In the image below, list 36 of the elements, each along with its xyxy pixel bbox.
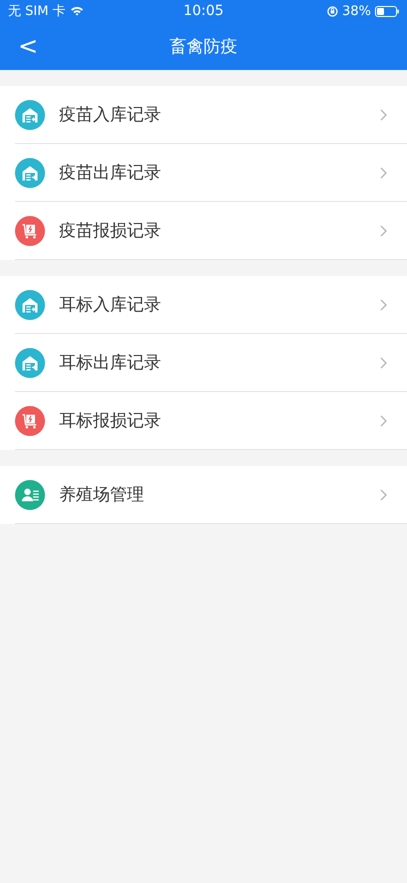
cart-icon: [15, 216, 45, 246]
warehouse-icon: [15, 348, 45, 378]
menu-item[interactable]: 疫苗入库记录: [15, 86, 407, 144]
chevron-icon: [380, 224, 387, 236]
clock-time: 10:05: [183, 3, 224, 19]
page-title: 畜禽防疫: [170, 36, 238, 58]
menu-item[interactable]: 养殖场管理: [15, 466, 407, 524]
chevron-icon: [380, 356, 387, 368]
warehouse-icon: [15, 158, 45, 188]
wifi-icon: [70, 6, 84, 16]
menu-label: 疫苗报损记录: [59, 220, 162, 242]
chevron-icon: [380, 108, 387, 120]
person-card-icon: [15, 480, 45, 510]
menu-label: 耳标报损记录: [59, 410, 162, 432]
chevron-icon: [380, 298, 387, 310]
menu-label: 耳标出库记录: [59, 352, 162, 374]
battery-icon: [375, 6, 399, 16]
chevron-icon: [380, 488, 387, 500]
menu-label: 疫苗出库记录: [59, 162, 162, 184]
carrier-label: 无 SIM 卡: [8, 3, 66, 20]
warehouse-icon: [15, 100, 45, 130]
menu-item[interactable]: 耳标入库记录: [15, 276, 407, 334]
menu-label: 耳标入库记录: [59, 294, 162, 316]
menu-item[interactable]: 疫苗出库记录: [15, 144, 407, 202]
rotation-lock-icon: [327, 6, 338, 16]
menu-item[interactable]: 耳标报损记录: [15, 392, 407, 450]
menu-label: 养殖场管理: [59, 484, 145, 506]
cart-icon: [15, 406, 45, 436]
battery-percent: 38%: [342, 4, 371, 18]
menu-label: 疫苗入库记录: [59, 104, 162, 126]
menu-item[interactable]: 疫苗报损记录: [15, 202, 407, 260]
chevron-icon: [380, 166, 387, 178]
menu-item[interactable]: 耳标出库记录: [15, 334, 407, 392]
chevron-icon: [380, 414, 387, 426]
warehouse-icon: [15, 290, 45, 320]
back-button[interactable]: <: [8, 34, 48, 58]
